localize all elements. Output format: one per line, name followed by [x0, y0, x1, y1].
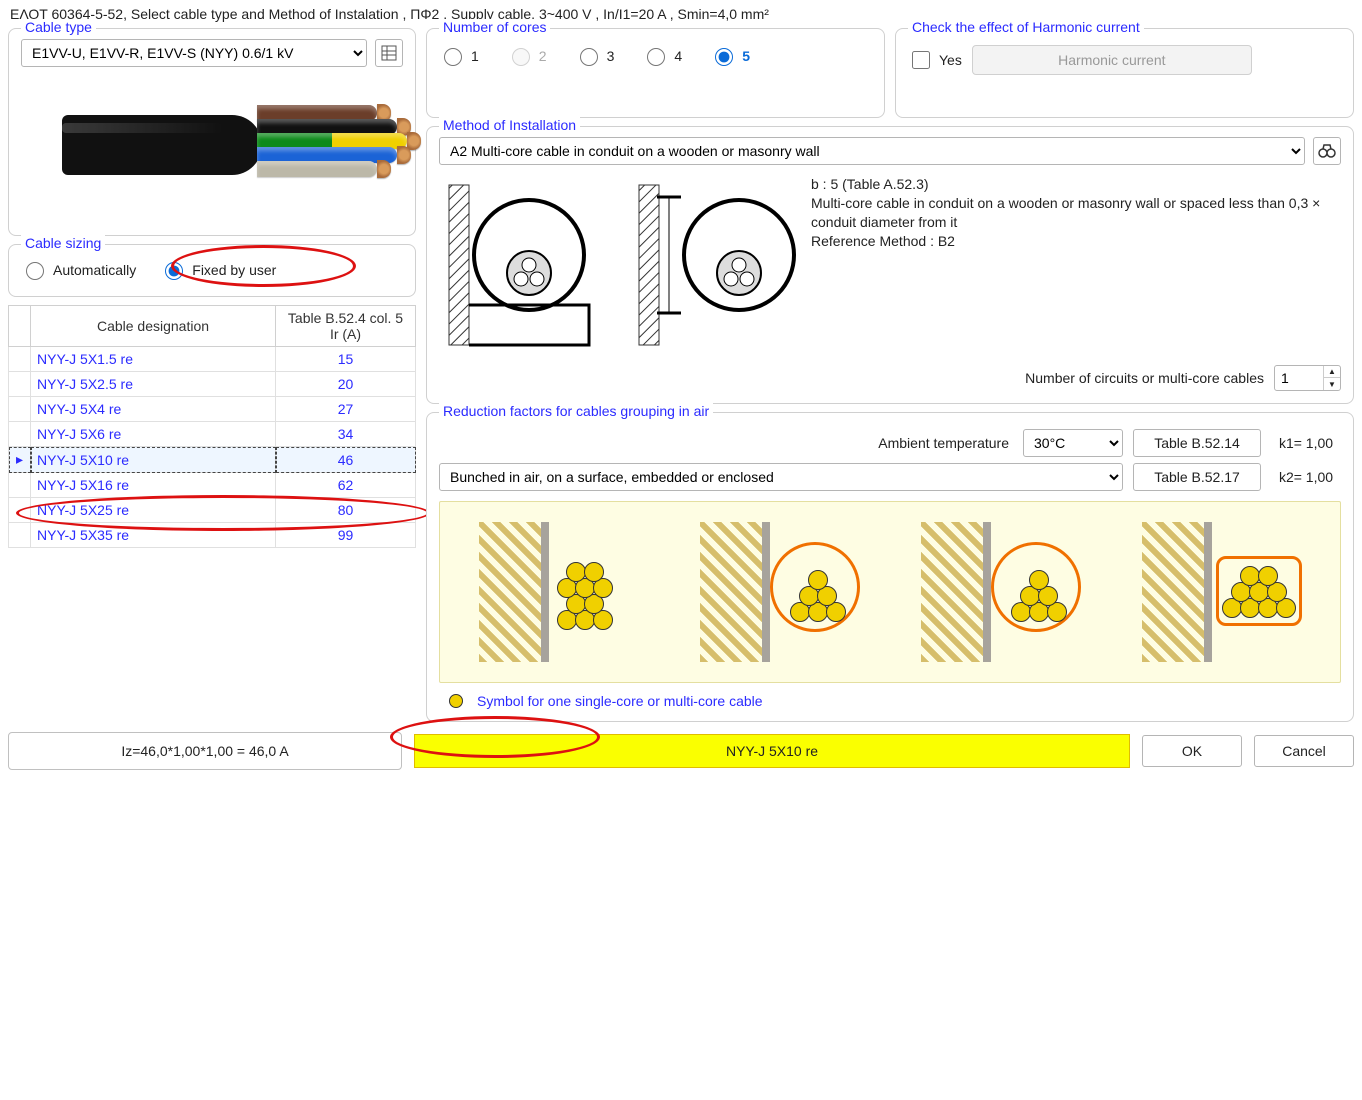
cable-catalog-icon[interactable] — [375, 39, 403, 67]
cable-image — [21, 67, 403, 223]
selected-cable-bar: NYY-J 5X10 re — [414, 734, 1130, 768]
table-row[interactable]: ▸NYY-J 5X10 re46 — [9, 447, 416, 473]
cores-radio-2[interactable]: 2 — [507, 45, 547, 66]
legend-text: Symbol for one single-core or multi-core… — [477, 693, 763, 709]
cable-sizing-label: Cable sizing — [21, 235, 105, 251]
method-label: Method of Installation — [439, 117, 580, 133]
cores-radio-1[interactable]: 1 — [439, 45, 479, 66]
legend-dot-icon — [449, 694, 463, 708]
ok-button[interactable]: OK — [1142, 735, 1242, 767]
chevron-up-icon[interactable]: ▲ — [1324, 366, 1340, 378]
harmonic-group: Check the effect of Harmonic current Yes… — [895, 28, 1354, 118]
cable-type-label: Cable type — [21, 19, 96, 35]
harmonic-yes-label: Yes — [939, 52, 962, 68]
th-designation: Cable designation — [31, 306, 276, 347]
sizing-auto-radio[interactable]: Automatically — [21, 259, 136, 280]
reduction-group: Reduction factors for cables grouping in… — [426, 412, 1354, 722]
cores-radio-4[interactable]: 4 — [642, 45, 682, 66]
iz-result: Iz=46,0*1,00*1,00 = 46,0 A — [8, 732, 402, 770]
cores-group: Number of cores 12345 — [426, 28, 885, 118]
cable-type-group: Cable type E1VV-U, E1VV-R, E1VV-S (NYY) … — [8, 28, 416, 236]
harmonic-checkbox[interactable]: Yes — [908, 48, 962, 72]
temp-table-button[interactable]: Table B.52.14 — [1133, 429, 1261, 457]
table-row[interactable]: NYY-J 5X1.5 re15 — [9, 347, 416, 372]
th-ir: Table B.52.4 col. 5 Ir (A) — [276, 306, 416, 347]
chevron-down-icon[interactable]: ▼ — [1324, 378, 1340, 390]
k2-value: k2= 1,00 — [1271, 469, 1341, 485]
temp-label: Ambient temperature — [439, 435, 1013, 451]
sizing-fixed-radio[interactable]: Fixed by user — [160, 259, 276, 280]
cable-sizing-group: Cable sizing Automatically Fixed by user — [8, 244, 416, 297]
table-row[interactable]: NYY-J 5X25 re80 — [9, 498, 416, 523]
method-description: b : 5 (Table A.52.3) Multi-core cable in… — [811, 175, 1341, 251]
table-row[interactable]: NYY-J 5X35 re99 — [9, 523, 416, 548]
table-row[interactable]: NYY-J 5X6 re34 — [9, 422, 416, 447]
sizing-fixed-label: Fixed by user — [192, 262, 276, 278]
temp-select[interactable]: 30°C — [1023, 429, 1123, 457]
k1-value: k1= 1,00 — [1271, 435, 1341, 451]
window-title: ΕΛΟΤ 60364-5-52, Select cable type and M… — [0, 0, 1362, 28]
method-select[interactable]: A2 Multi-core cable in conduit on a wood… — [439, 137, 1305, 165]
binoculars-icon[interactable] — [1313, 137, 1341, 165]
circuits-label: Number of circuits or multi-core cables — [1025, 370, 1264, 386]
grouping-table-button[interactable]: Table B.52.17 — [1133, 463, 1261, 491]
cores-radio-3[interactable]: 3 — [575, 45, 615, 66]
reduction-label: Reduction factors for cables grouping in… — [439, 403, 713, 419]
circuits-stepper[interactable]: ▲▼ — [1274, 365, 1341, 391]
table-row[interactable]: NYY-J 5X4 re27 — [9, 397, 416, 422]
arrangement-images — [439, 501, 1341, 683]
method-group: Method of Installation A2 Multi-core cab… — [426, 126, 1354, 404]
grouping-select[interactable]: Bunched in air, on a surface, embedded o… — [439, 463, 1123, 491]
cores-radio-5[interactable]: 5 — [710, 45, 750, 66]
cable-type-select[interactable]: E1VV-U, E1VV-R, E1VV-S (NYY) 0.6/1 kV — [21, 39, 367, 67]
table-row[interactable]: NYY-J 5X2.5 re20 — [9, 372, 416, 397]
cancel-button[interactable]: Cancel — [1254, 735, 1354, 767]
cable-table[interactable]: Cable designation Table B.52.4 col. 5 Ir… — [8, 305, 416, 548]
method-diagram — [439, 175, 799, 355]
cores-label: Number of cores — [439, 19, 550, 35]
table-row[interactable]: NYY-J 5X16 re62 — [9, 473, 416, 498]
sizing-auto-label: Automatically — [53, 262, 136, 278]
harmonic-current-button: Harmonic current — [972, 45, 1252, 75]
harmonic-label: Check the effect of Harmonic current — [908, 19, 1144, 35]
